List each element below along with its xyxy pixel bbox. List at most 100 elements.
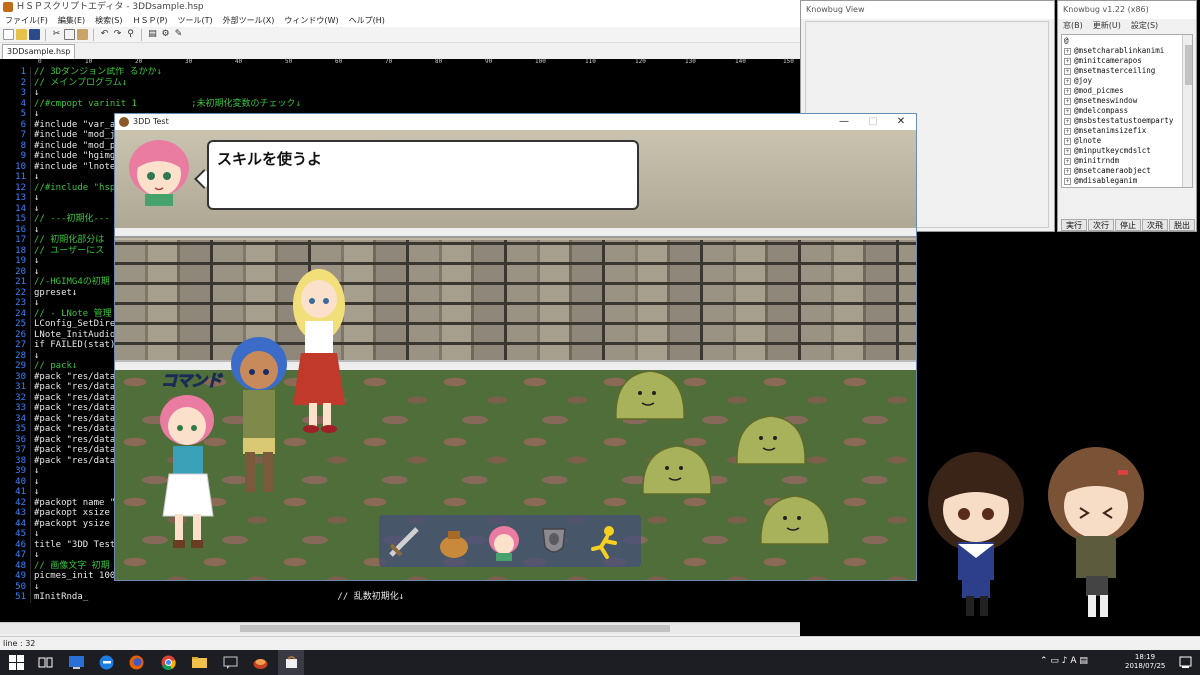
- compile-icon[interactable]: ▤: [147, 29, 158, 40]
- run-button[interactable]: 実行: [1061, 219, 1087, 231]
- maximize-button[interactable]: □: [858, 114, 888, 130]
- line-number: 14: [15, 203, 26, 214]
- slime-enemy[interactable]: [637, 440, 717, 500]
- character-icon[interactable]: [485, 523, 523, 561]
- start-icon[interactable]: [8, 654, 25, 671]
- line-number: 20: [15, 266, 26, 277]
- hsp-editor-taskbar-icon[interactable]: [252, 654, 269, 671]
- menu-search[interactable]: 検索(S): [90, 14, 127, 27]
- variable-tree[interactable]: @ + @msetcharablinkanimi + @minitcamerapos +…: [1061, 34, 1193, 188]
- knowbug-menu-settings[interactable]: 設定(S): [1126, 19, 1163, 32]
- expand-icon[interactable]: +: [1064, 47, 1071, 55]
- tree-item[interactable]: + @lnote: [1064, 136, 1101, 146]
- step-button[interactable]: 次行: [1088, 219, 1114, 231]
- menu-external-tools[interactable]: 外部ツール(X): [218, 14, 280, 27]
- close-button[interactable]: ✕: [886, 114, 916, 130]
- menu-help[interactable]: ヘルプ(H): [344, 14, 390, 27]
- tree-item[interactable]: + @minitcamerapos: [1064, 56, 1142, 66]
- tree-root[interactable]: @: [1064, 36, 1069, 46]
- sword-icon[interactable]: [385, 523, 423, 561]
- menu-edit[interactable]: 編集(E): [53, 14, 90, 27]
- tree-item[interactable]: + @msetcharablinkanimi: [1064, 46, 1164, 56]
- expand-icon[interactable]: +: [1064, 157, 1071, 165]
- game-canvas[interactable]: スキルを使うよ コマンド: [115, 130, 916, 580]
- find-icon[interactable]: ⚲: [125, 29, 136, 40]
- expand-icon[interactable]: +: [1064, 97, 1071, 105]
- expand-icon[interactable]: +: [1064, 127, 1071, 135]
- shield-icon[interactable]: [535, 523, 573, 561]
- tree-item[interactable]: + @msbstestatustoemparty: [1064, 116, 1173, 126]
- knowbug-menu-window[interactable]: 窓(B): [1058, 19, 1088, 32]
- expand-icon[interactable]: +: [1064, 67, 1071, 75]
- expand-icon[interactable]: +: [1064, 117, 1071, 125]
- editor-horizontal-scrollbar[interactable]: [0, 622, 800, 634]
- expand-icon[interactable]: +: [1064, 177, 1071, 185]
- chrome-icon[interactable]: [160, 654, 177, 671]
- tray-icons[interactable]: ⌃ ▭ ♪ A ▤: [1040, 656, 1088, 666]
- redo-icon[interactable]: ↷: [112, 29, 123, 40]
- expand-icon[interactable]: +: [1064, 57, 1071, 65]
- expand-icon[interactable]: +: [1064, 137, 1071, 145]
- menu-window[interactable]: ウィンドウ(W): [279, 14, 343, 27]
- tree-item[interactable]: + @msetmeswindow: [1064, 96, 1137, 106]
- line-number: 34: [15, 413, 26, 424]
- expand-icon[interactable]: +: [1064, 77, 1071, 85]
- step-out-button[interactable]: 脱出: [1169, 219, 1195, 231]
- menu-file[interactable]: ファイル(F): [0, 14, 53, 27]
- file-tab[interactable]: 3DDsample.hsp: [2, 44, 76, 59]
- expand-icon[interactable]: +: [1064, 167, 1071, 175]
- paste-icon[interactable]: [77, 29, 88, 40]
- minimize-button[interactable]: —: [829, 114, 859, 130]
- task-view-icon[interactable]: [37, 654, 54, 671]
- debug-icon[interactable]: ✎: [173, 29, 184, 40]
- expand-icon[interactable]: +: [1064, 107, 1071, 115]
- step-over-button[interactable]: 次飛: [1142, 219, 1168, 231]
- cut-icon[interactable]: ✂: [51, 29, 62, 40]
- slime-enemy[interactable]: [610, 365, 690, 425]
- code-line[interactable]: 2 // メインプログラム↓: [0, 77, 800, 88]
- stop-button[interactable]: 停止: [1115, 219, 1141, 231]
- run-icon[interactable]: [585, 523, 623, 561]
- code-line[interactable]: 51 mInitRnda_ // 乱数初期化↓: [0, 592, 800, 603]
- code-line[interactable]: 4 //#cmpopt varinit 1 ;未初期化変数のチェック↓: [0, 98, 800, 109]
- tree-item[interactable]: + @msetcameraobject: [1064, 166, 1151, 176]
- code-line[interactable]: 50 ↓: [0, 581, 800, 592]
- undo-icon[interactable]: ↶: [99, 29, 110, 40]
- party-member-blonde-hair[interactable]: [279, 265, 359, 445]
- scrollbar-thumb[interactable]: [240, 625, 670, 632]
- game-taskbar-icon[interactable]: [283, 654, 300, 671]
- tree-item[interactable]: + @msetanimsizefix: [1064, 126, 1146, 136]
- slime-enemy[interactable]: [755, 490, 835, 550]
- expand-icon[interactable]: +: [1064, 147, 1071, 155]
- expand-icon[interactable]: +: [1064, 87, 1071, 95]
- bag-icon[interactable]: [435, 523, 473, 561]
- code-line[interactable]: 1 // 3Dダンジョン試作 るかか↓: [0, 67, 800, 78]
- code-text: ↓: [30, 529, 39, 540]
- tree-vertical-scrollbar[interactable]: [1182, 35, 1192, 187]
- code-line[interactable]: 3 ↓: [0, 88, 800, 99]
- firefox-icon[interactable]: [128, 654, 145, 671]
- run-icon[interactable]: ⚙: [160, 29, 171, 40]
- tree-item[interactable]: + @msetmasterceiling: [1064, 66, 1155, 76]
- notification-icon[interactable]: [1177, 654, 1194, 671]
- menu-tools[interactable]: ツール(T): [173, 14, 218, 27]
- tree-item[interactable]: + @minitrndm: [1064, 156, 1119, 166]
- tree-item[interactable]: + @mod_picmes: [1064, 86, 1124, 96]
- system-clock[interactable]: 18:19 2018/07/25: [1125, 653, 1165, 671]
- new-file-icon[interactable]: [3, 29, 14, 40]
- tree-item[interactable]: + @mdelcompass: [1064, 106, 1128, 116]
- copy-icon[interactable]: [64, 29, 75, 40]
- file-explorer-icon[interactable]: [191, 654, 208, 671]
- chat-app-icon[interactable]: [222, 654, 239, 671]
- tree-item[interactable]: + @mdisableganim: [1064, 176, 1137, 186]
- scrollbar-thumb[interactable]: [1185, 45, 1192, 85]
- slime-enemy[interactable]: [731, 410, 811, 470]
- open-folder-icon[interactable]: [16, 29, 27, 40]
- tree-item[interactable]: + @joy: [1064, 76, 1092, 86]
- knowbug-menu-update[interactable]: 更新(U): [1088, 19, 1126, 32]
- tree-item[interactable]: + @minputkeycmdslct: [1064, 146, 1151, 156]
- menu-hsp[interactable]: ＨＳＰ(P): [127, 14, 172, 27]
- desktop-app-icon[interactable]: [68, 654, 85, 671]
- save-icon[interactable]: [29, 29, 40, 40]
- edge-icon[interactable]: [98, 654, 115, 671]
